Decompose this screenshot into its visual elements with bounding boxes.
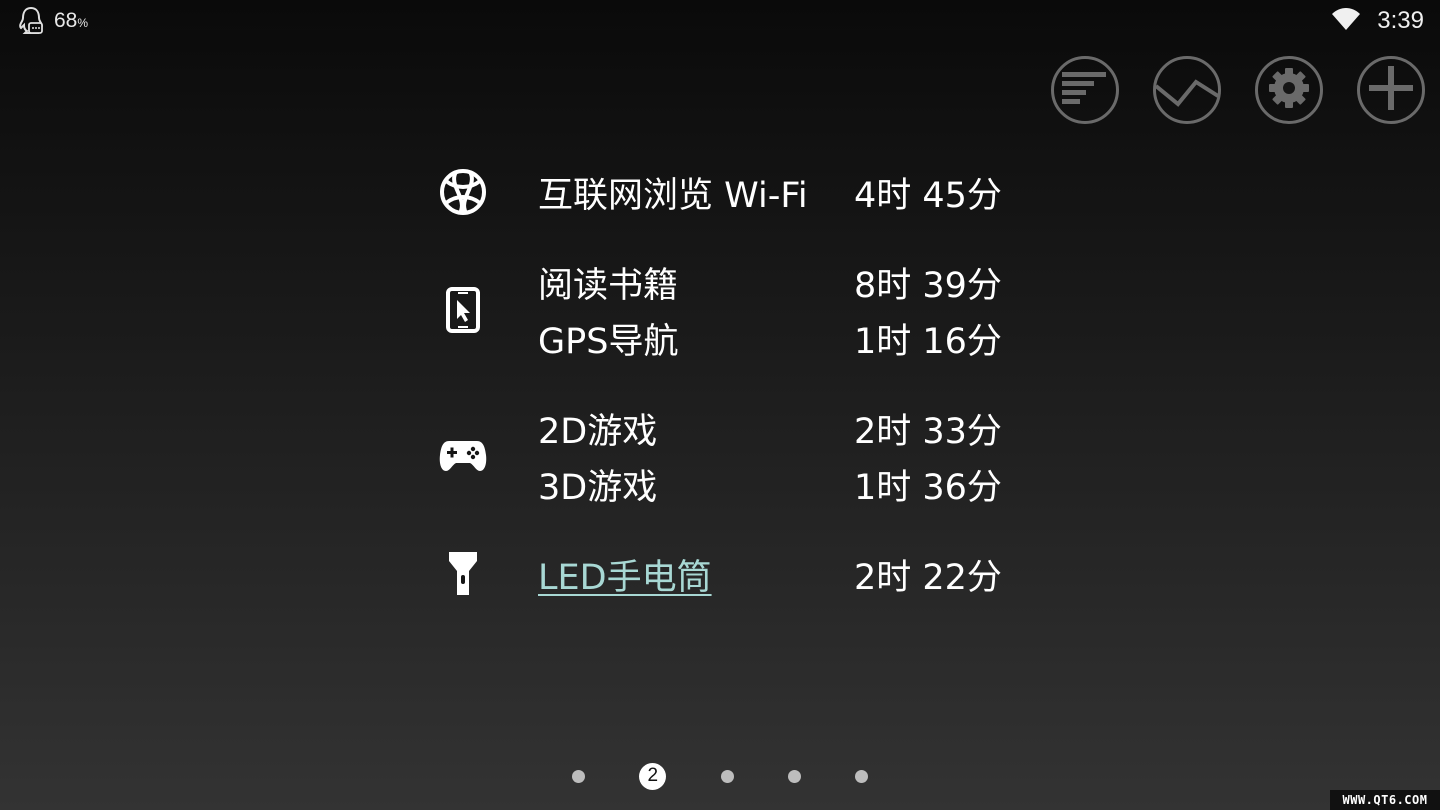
list-button[interactable]	[1051, 56, 1119, 124]
usage-item: LED手电筒 2时 22分	[538, 546, 1002, 602]
usage-item-name: 互联网浏览 Wi-Fi	[538, 175, 808, 216]
status-left: 68%	[18, 6, 88, 36]
watermark: WWW.QT6.COM	[1330, 790, 1440, 810]
add-button[interactable]	[1357, 56, 1425, 124]
settings-button[interactable]	[1255, 56, 1323, 124]
page-dot-3[interactable]	[720, 769, 734, 783]
gear-icon	[1267, 66, 1311, 114]
usage-group-flashlight: LED手电筒 2时 22分	[430, 546, 1030, 602]
chart-button[interactable]	[1153, 56, 1221, 124]
usage-item: 3D游戏 1时 36分	[538, 456, 1002, 512]
status-right: 3:39	[1331, 6, 1424, 36]
qq-penguin-icon	[18, 6, 44, 36]
page-dot-1[interactable]	[572, 769, 585, 783]
usage-item-name: 2D游戏	[538, 411, 658, 452]
page-dot-4[interactable]	[787, 769, 801, 783]
usage-item: 互联网浏览 Wi-Fi 4时 45分	[538, 164, 1002, 220]
toolbar	[1051, 56, 1425, 124]
usage-item: 2D游戏 2时 33分	[538, 400, 1002, 456]
usage-item-time: 4时 45分	[854, 175, 1002, 216]
usage-item-time: 2时 33分	[854, 411, 1002, 452]
usage-item-time: 8时 39分	[854, 265, 1002, 306]
usage-group-games: 2D游戏 2时 33分 3D游戏 1时 36分	[430, 400, 1030, 512]
page-dot-current[interactable]: 2	[639, 762, 667, 790]
trend-chart-icon	[1154, 68, 1220, 112]
page-indicator: 2	[572, 762, 868, 790]
usage-item-name: GPS导航	[538, 321, 679, 362]
status-bar: 68% 3:39	[0, 0, 1440, 44]
flashlight-link[interactable]: LED手电筒	[538, 549, 854, 600]
plus-icon	[1369, 66, 1413, 114]
usage-item: 阅读书籍 8时 39分	[538, 254, 1002, 310]
gamepad-icon	[430, 439, 496, 473]
wifi-icon	[1331, 7, 1361, 35]
tablet-touch-icon	[430, 286, 496, 334]
battery-percent: 68%	[54, 9, 89, 32]
usage-item-name: 3D游戏	[538, 467, 658, 508]
usage-item-time: 1时 36分	[854, 467, 1002, 508]
usage-item: GPS导航 1时 16分	[538, 310, 1002, 366]
usage-item-time: 1时 16分	[854, 321, 1002, 362]
usage-group-tablet: 阅读书籍 8时 39分 GPS导航 1时 16分	[430, 254, 1030, 366]
flashlight-icon	[430, 551, 496, 597]
usage-item-time: 2时 22分	[854, 557, 1002, 598]
usage-group-internet: 互联网浏览 Wi-Fi 4时 45分	[430, 164, 1030, 220]
globe-icon	[430, 169, 496, 215]
usage-list: 互联网浏览 Wi-Fi 4时 45分 阅读书籍 8时 39分 GPS导航 1时 …	[430, 164, 1030, 602]
usage-item-name: 阅读书籍	[538, 265, 679, 306]
page-dot-5[interactable]	[855, 769, 868, 783]
clock: 3:39	[1377, 7, 1424, 34]
list-bars-icon	[1062, 71, 1108, 109]
